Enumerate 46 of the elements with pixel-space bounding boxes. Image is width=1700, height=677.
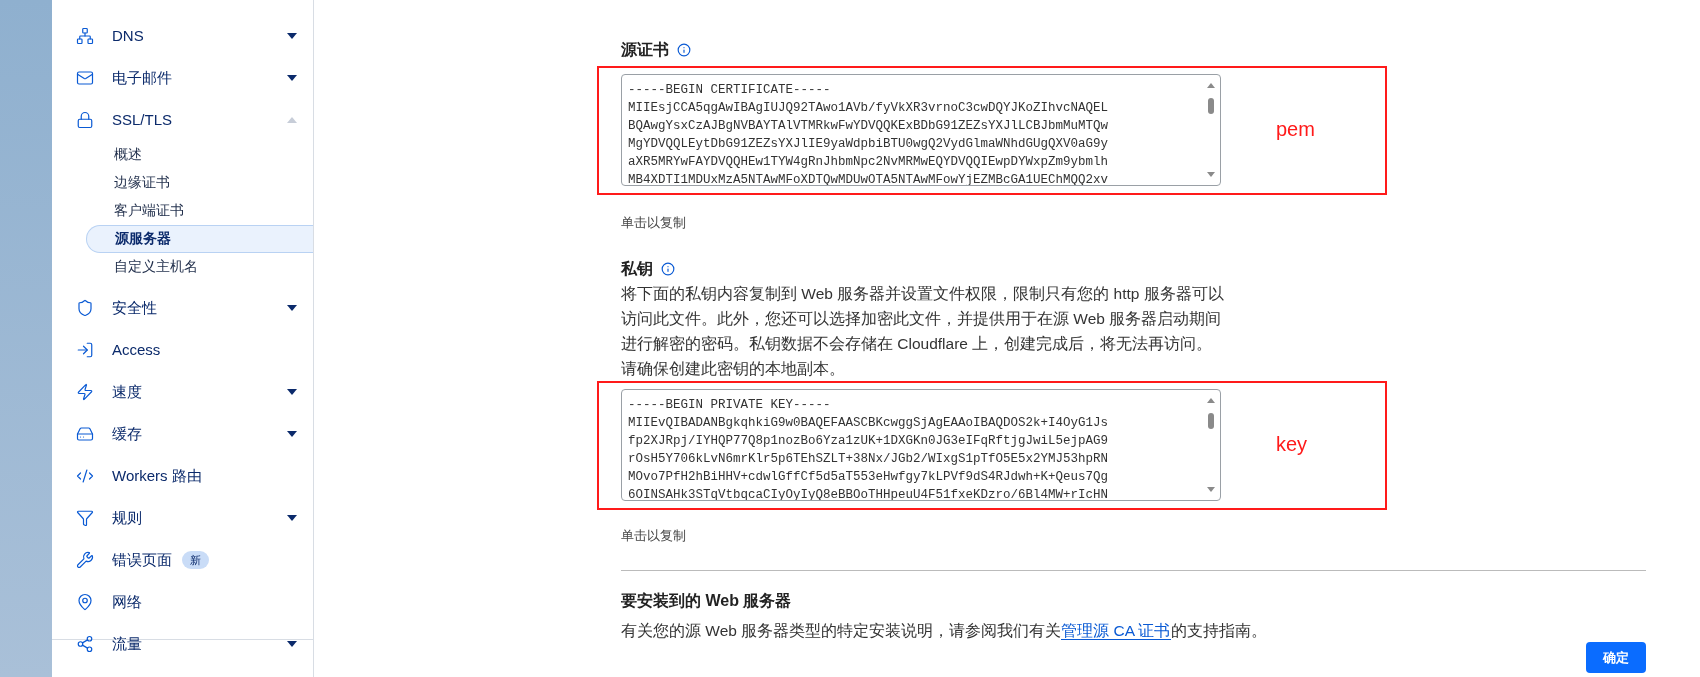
sidebar-item[interactable]: 安全性 <box>52 287 313 329</box>
section-title: 源证书 <box>621 40 669 60</box>
annotation-label: key <box>1276 431 1308 457</box>
lock-icon <box>76 111 94 129</box>
lightning-icon <box>76 383 94 401</box>
private-key-field[interactable]: -----BEGIN PRIVATE KEY----- MIIEvQIBADANBgkqhkiG9w0BAQEFAASCBKcwggSjAgEAAoIBAQDOS2k+I4OyG1Js fp2XJRpj/IYHQP77Q8p1nozBo6Yza1zUK+1DXGKn0JG3eIFqRftjgJwiL5ejpAG9 rOsH5Y706kLvN6mrKlr5p6TEhSZLT+38Nx/JGb2/WIxgS1pTfO5E5x2YMJ53hpRN MOvo7PfH2hBiHHV+cdwlGffCf5d5aT553eHwfgy7kLPVf9dS4RJdwh+K+Qeus7Qg 6OINSAHk3STqVtbqcaCIyOyIyQ8eBBOoTHHpeuU4F51fxeKDzro/6Bl4MW+rIcHN <box>621 388 1221 501</box>
location-pin-icon <box>76 593 94 611</box>
confirm-button[interactable]: 确定 <box>1586 641 1646 673</box>
support-link[interactable]: 管理源 CA 证书 <box>1061 621 1171 640</box>
sidebar-item[interactable]: SSL/TLS <box>52 99 313 141</box>
storage-icon <box>76 425 94 443</box>
branches-icon <box>76 635 94 653</box>
wrench-icon <box>76 551 94 569</box>
sidebar-item[interactable]: 规则 <box>52 497 313 539</box>
install-description: 有关您的源 Web 服务器类型的特定安装说明，请参阅我们有关管理源 CA 证书的支持指南。 <box>621 620 1268 642</box>
network-icon <box>76 27 94 45</box>
private-key-description: 将下面的私钥内容复制到 Web 服务器并设置文件权限，限制只有您的 http 服务器可以访问此文件。此外，您还可以选择加密此文件，并提供用于在源 Web 服务器启动期间进行解密的密码。私钥数据不会存储在 Cloudflare 上，创建完成后，将无法再访问。请确保创建此密钥的本地副本。 <box>621 283 1225 379</box>
sidebar-item[interactable]: 网络 <box>52 581 313 623</box>
new-badge: 新 <box>182 550 209 570</box>
sidebar-item[interactable]: Access <box>52 329 313 371</box>
sidebar-item[interactable]: 错误页面 新 <box>52 539 313 581</box>
sidebar-item[interactable]: 速度 <box>52 371 313 413</box>
sidebar-item[interactable]: 缓存 <box>52 413 313 455</box>
sidebar-item[interactable]: DNS <box>52 15 313 57</box>
info-icon[interactable] <box>677 43 691 57</box>
section-title: 私钥 <box>621 258 653 279</box>
sidebar-subitem[interactable]: 源服务器 <box>86 225 313 253</box>
copy-hint: 单击以复制 <box>621 215 687 232</box>
shield-icon <box>76 299 94 317</box>
code-icon <box>76 467 94 485</box>
sidebar-item[interactable]: 电子邮件 <box>52 57 313 99</box>
sidebar-item[interactable]: 流量 <box>52 623 313 665</box>
sign-in-icon <box>76 341 94 359</box>
copy-hint: 单击以复制 <box>621 527 687 545</box>
sidebar-item[interactable]: Workers 路由 <box>52 455 313 497</box>
sidebar-subitem[interactable]: 自定义主机名 <box>86 253 313 281</box>
sidebar-subitem[interactable]: 概述 <box>86 141 313 169</box>
mail-icon <box>76 69 94 87</box>
info-icon[interactable] <box>661 261 675 276</box>
annotation-label: pem <box>1276 117 1315 142</box>
section-title: 要安装到的 Web 服务器 <box>621 590 793 611</box>
scrollbar-icon[interactable] <box>1206 81 1216 179</box>
certificate-field[interactable]: -----BEGIN CERTIFICATE----- MIIEsjCCA5qgAwIBAgIUJQ92TAwo1AVb/fyVkXR3vrnoC3cwDQYJKoZIhvcNAQEL BQAwgYsxCzAJBgNVBAYTAlVTMRkwFwYDVQQKExBDbG91ZEZsYXJlLCBJbmMuMTQw MgYDVQQLEytDbG91ZEZsYXJlIE9yaWdpbiBTU0wgQ2VydGlmaWNhdGUgQXV0aG9y aXR5MRYwFAYDVQQHEw1TYW4gRnJhbmNpc2NvMRMwEQYDVQQIEwpDYWxpZm9ybmlh MB4XDTI1MDUxMzA5NTAwMFoXDTQwMDUwOTA5NTAwMFowYjEZMBcGA1UEChMQQ2xv <box>621 74 1221 186</box>
sidebar-subitem[interactable]: 边缘证书 <box>86 169 313 197</box>
filter-icon <box>76 509 94 527</box>
sidebar-subitem[interactable]: 客户端证书 <box>86 197 313 225</box>
